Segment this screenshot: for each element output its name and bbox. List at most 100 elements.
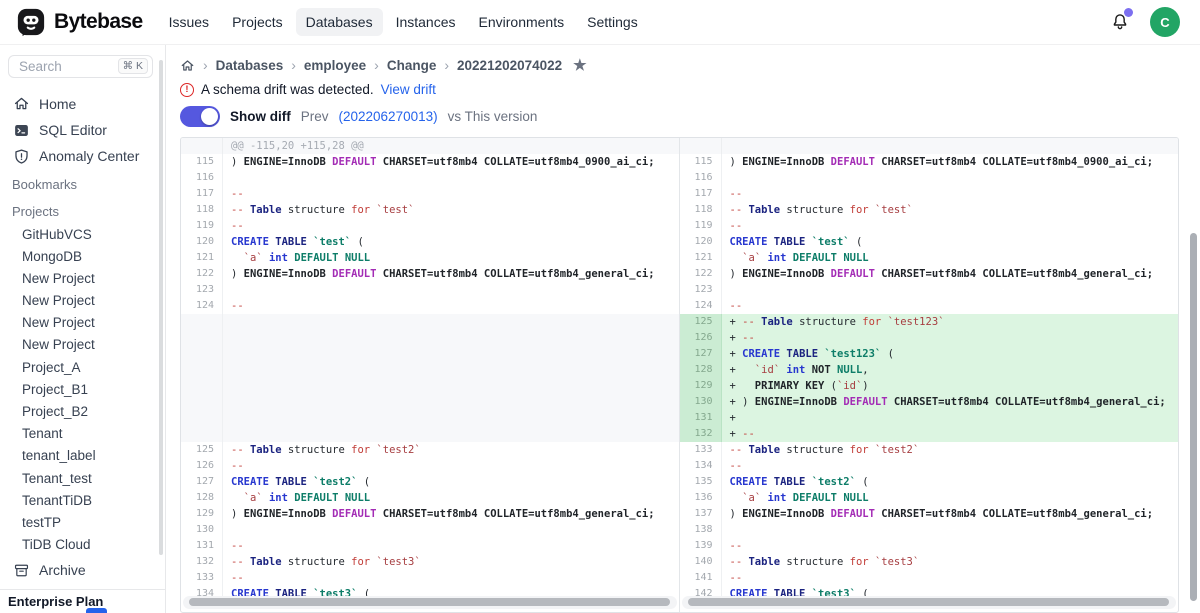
window-scrollbar[interactable] bbox=[1190, 233, 1197, 601]
line-number: 128 bbox=[680, 362, 722, 378]
diff-line: 122) ENGINE=InnoDB DEFAULT CHARSET=utf8m… bbox=[181, 266, 679, 282]
line-number bbox=[181, 410, 223, 426]
line-number: 120 bbox=[181, 234, 223, 250]
sidebar-project-11-tenant-test[interactable]: Tenant_test bbox=[0, 468, 165, 490]
breadcrumb-home-icon[interactable] bbox=[180, 58, 195, 73]
diff-line: 116 bbox=[680, 170, 1179, 186]
show-diff-toggle[interactable] bbox=[180, 106, 220, 127]
sidebar-project-7-project-b1[interactable]: Project_B1 bbox=[0, 379, 165, 401]
sidebar-item-label: Anomaly Center bbox=[39, 148, 139, 164]
line-number: 127 bbox=[680, 346, 722, 362]
diff-filler-line bbox=[181, 314, 679, 330]
sidebar-project-2-new-project[interactable]: New Project bbox=[0, 268, 165, 290]
diff-filler-line bbox=[680, 138, 1179, 154]
line-number: 123 bbox=[680, 282, 722, 298]
code-text: -- bbox=[223, 218, 679, 234]
sidebar-item-home[interactable]: Home bbox=[0, 91, 165, 117]
line-number: 126 bbox=[680, 330, 722, 346]
sidebar-project-6-project-a[interactable]: Project_A bbox=[0, 357, 165, 379]
code-text: -- bbox=[223, 538, 679, 554]
breadcrumb-item-version[interactable]: 20221202074022 bbox=[457, 58, 562, 73]
breadcrumb: › Databases › employee › Change › 202212… bbox=[180, 55, 1200, 75]
brand-name: Bytebase bbox=[54, 10, 143, 34]
chevron-right-icon: › bbox=[291, 57, 296, 73]
sidebar-project-5-new-project[interactable]: New Project bbox=[0, 334, 165, 356]
sidebar-project-12-tenanttidb[interactable]: TenantTiDB bbox=[0, 490, 165, 512]
nav-item-instances[interactable]: Instances bbox=[386, 8, 466, 36]
sidebar-project-1-mongodb[interactable]: MongoDB bbox=[0, 246, 165, 268]
bookmarks-section-label: Bookmarks bbox=[0, 170, 165, 197]
diff-panel: @@ -115,20 +115,28 @@115) ENGINE=InnoDB … bbox=[180, 137, 1179, 613]
diff-line: 133-- bbox=[181, 570, 679, 586]
diff-line: 115) ENGINE=InnoDB DEFAULT CHARSET=utf8m… bbox=[181, 154, 679, 170]
brand[interactable]: Bytebase bbox=[16, 7, 143, 37]
diff-filler-line bbox=[181, 362, 679, 378]
line-number: 118 bbox=[680, 202, 722, 218]
help-widget-sliver[interactable] bbox=[86, 608, 107, 613]
sidebar-item-anomaly-center[interactable]: Anomaly Center bbox=[0, 143, 165, 169]
line-number: 137 bbox=[680, 506, 722, 522]
code-text: -- bbox=[722, 458, 1179, 474]
sidebar-project-4-new-project[interactable]: New Project bbox=[0, 312, 165, 334]
sidebar-item-sql-editor[interactable]: SQL Editor bbox=[0, 117, 165, 143]
search-box[interactable]: ⌘ K bbox=[8, 55, 153, 78]
code-text: -- bbox=[722, 298, 1179, 314]
code-text: -- Table structure for `test3` bbox=[223, 554, 679, 570]
sidebar-project-14-tidb-cloud[interactable]: TiDB Cloud bbox=[0, 534, 165, 556]
horizontal-scrollbar-left[interactable] bbox=[189, 598, 670, 606]
sidebar-project-8-project-b2[interactable]: Project_B2 bbox=[0, 401, 165, 423]
search-input[interactable] bbox=[17, 58, 118, 75]
code-text bbox=[722, 138, 1179, 154]
code-text: -- bbox=[722, 538, 1179, 554]
notifications-button[interactable] bbox=[1110, 11, 1130, 33]
sidebar-project-0-githubvcs[interactable]: GitHubVCS bbox=[0, 224, 165, 246]
nav-item-settings[interactable]: Settings bbox=[577, 8, 648, 36]
line-number: 132 bbox=[181, 554, 223, 570]
diff-line: 138 bbox=[680, 522, 1179, 538]
code-text: + PRIMARY KEY (`id`) bbox=[722, 378, 1179, 394]
diff-line: 119-- bbox=[181, 218, 679, 234]
sidebar-project-9-tenant[interactable]: Tenant bbox=[0, 423, 165, 445]
line-number: 127 bbox=[181, 474, 223, 490]
nav-item-environments[interactable]: Environments bbox=[469, 8, 575, 36]
breadcrumb-item-databases[interactable]: Databases bbox=[216, 58, 284, 73]
line-number: 133 bbox=[680, 442, 722, 458]
user-avatar[interactable]: C bbox=[1150, 7, 1180, 37]
diff-line: 130 bbox=[181, 522, 679, 538]
code-text: -- bbox=[223, 298, 679, 314]
sidebar-item-archive[interactable]: Archive bbox=[0, 556, 165, 584]
line-number: 115 bbox=[181, 154, 223, 170]
code-text: ) ENGINE=InnoDB DEFAULT CHARSET=utf8mb4 … bbox=[722, 506, 1179, 522]
breadcrumb-item-change[interactable]: Change bbox=[387, 58, 437, 73]
line-number bbox=[181, 394, 223, 410]
diff-line-added: 130+ ) ENGINE=InnoDB DEFAULT CHARSET=utf… bbox=[680, 394, 1179, 410]
code-text bbox=[223, 362, 679, 378]
sidebar-project-3-new-project[interactable]: New Project bbox=[0, 290, 165, 312]
sidebar-project-10-tenant-label[interactable]: tenant_label bbox=[0, 445, 165, 467]
code-text bbox=[223, 394, 679, 410]
diff-filler-line bbox=[181, 346, 679, 362]
nav-item-issues[interactable]: Issues bbox=[159, 8, 219, 36]
sidebar-scrollbar[interactable] bbox=[159, 60, 163, 555]
view-drift-link[interactable]: View drift bbox=[381, 82, 436, 97]
code-text bbox=[722, 170, 1179, 186]
horizontal-scrollbar-right[interactable] bbox=[688, 598, 1169, 606]
alert-icon: ! bbox=[180, 83, 194, 97]
breadcrumb-item-database[interactable]: employee bbox=[304, 58, 366, 73]
sidebar-project-13-testtp[interactable]: testTP bbox=[0, 512, 165, 534]
diff-line: 119-- bbox=[680, 218, 1179, 234]
nav-item-databases[interactable]: Databases bbox=[296, 8, 383, 36]
code-text bbox=[722, 522, 1179, 538]
line-number bbox=[181, 346, 223, 362]
code-text: + -- Table structure for `test123` bbox=[722, 314, 1179, 330]
diff-line: 137) ENGINE=InnoDB DEFAULT CHARSET=utf8m… bbox=[680, 506, 1179, 522]
shortcut-badge: ⌘ K bbox=[118, 58, 148, 74]
prev-version-link[interactable]: (202206270013) bbox=[339, 109, 438, 124]
favorite-star-icon[interactable]: ★ bbox=[573, 56, 586, 74]
nav-item-projects[interactable]: Projects bbox=[222, 8, 293, 36]
code-text bbox=[223, 426, 679, 442]
prev-label: Prev bbox=[301, 109, 329, 124]
diff-line-added: 131+ bbox=[680, 410, 1179, 426]
line-number bbox=[181, 426, 223, 442]
line-number: 133 bbox=[181, 570, 223, 586]
